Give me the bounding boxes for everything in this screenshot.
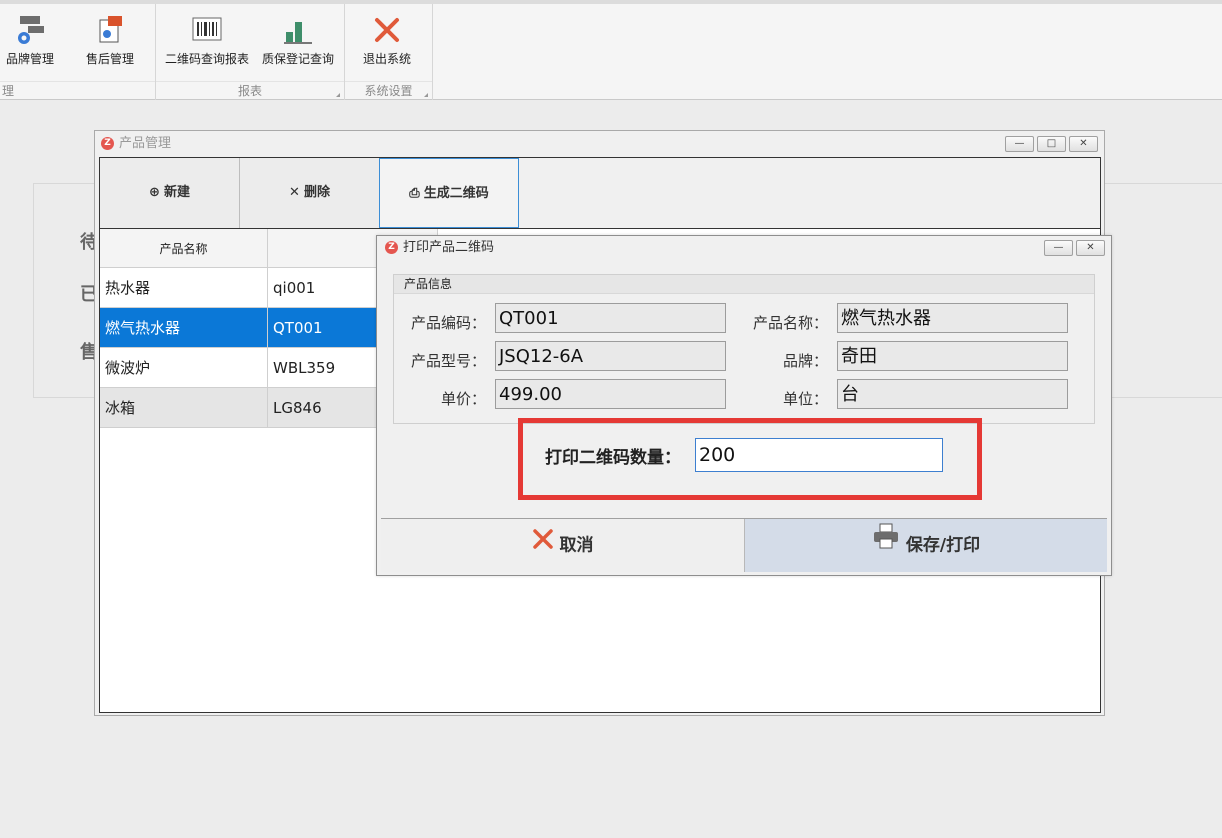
exit-system-button[interactable]: 退出系统 <box>359 10 415 74</box>
maximize-icon: □ <box>1046 138 1057 149</box>
dialog-title-bar[interactable]: Z 打印产品二维码 <box>377 236 1111 260</box>
cell-product-name[interactable]: 燃气热水器 <box>100 307 268 348</box>
new-button[interactable]: ⊕ 新建 <box>100 158 240 228</box>
window-title: 产品管理 <box>119 136 172 151</box>
minimize-button[interactable]: — <box>1044 240 1073 256</box>
price-field[interactable]: 499.00 <box>495 379 726 409</box>
print-qr-dialog: Z 打印产品二维码 — ✕ 产品信息 产品编码： QT001 产品名称： 燃气热水… <box>376 235 1112 576</box>
product-model-label: 产品型号： <box>410 352 486 370</box>
barcode-icon <box>191 14 223 46</box>
cell-product-name[interactable]: 微波炉 <box>100 347 268 388</box>
brand-field[interactable]: 奇田 <box>837 341 1068 371</box>
column-header-name[interactable]: 产品名称 <box>100 229 268 268</box>
group-label-management: 理 <box>0 81 155 100</box>
delete-button[interactable]: ✕ 删除 <box>240 158 380 228</box>
ribbon: 品牌管理 售后管理 理 二维码查询报表 质保登记查询 报表 退出系统 系统设置 <box>0 0 1222 100</box>
qr-report-button[interactable]: 二维码查询报表 <box>164 10 250 74</box>
generate-qr-button[interactable]: ⎙ 生成二维码 <box>379 158 519 228</box>
new-label: 新建 <box>163 185 190 200</box>
close-icon: ✕ <box>1079 138 1088 149</box>
ribbon-group-management: 品牌管理 售后管理 理 <box>0 4 156 100</box>
app-icon: Z <box>101 137 114 150</box>
brand-management-button[interactable]: 品牌管理 <box>2 10 58 74</box>
system-group-text: 系统设置 <box>364 84 413 98</box>
delete-label: 删除 <box>303 185 330 200</box>
qr-report-label: 二维码查询报表 <box>164 52 249 66</box>
warranty-query-label: 质保登记查询 <box>261 52 334 66</box>
warranty-query-button[interactable]: 质保登记查询 <box>260 10 336 74</box>
price-label: 单价： <box>440 390 486 408</box>
bar-chart-icon <box>282 14 314 46</box>
product-model-field[interactable]: JSQ12-6A <box>495 341 726 371</box>
delete-x-icon: ✕ <box>289 185 300 200</box>
brand-gear-icon <box>14 14 46 46</box>
reports-group-text: 报表 <box>237 84 262 98</box>
close-icon: ✕ <box>1086 242 1095 253</box>
cancel-x-icon <box>532 519 554 572</box>
plus-circle-icon: ⊕ <box>149 185 160 200</box>
ribbon-group-system: 退出系统 系统设置 <box>345 4 433 100</box>
close-button[interactable]: ✕ <box>1076 240 1105 256</box>
quantity-input[interactable]: 200 <box>695 438 943 472</box>
minimize-icon: — <box>1053 242 1064 253</box>
cancel-label: 取消 <box>559 535 594 556</box>
window-controls: — □ ✕ <box>1002 136 1098 152</box>
printer-icon: ⎙ <box>409 186 420 201</box>
save-print-label: 保存/打印 <box>905 535 981 556</box>
product-name-label: 产品名称： <box>752 314 828 332</box>
unit-label: 单位： <box>782 390 828 408</box>
group-label-system: 系统设置 <box>345 81 432 100</box>
product-info-group: 产品信息 产品编码： QT001 产品名称： 燃气热水器 产品型号： JSQ12… <box>393 274 1095 424</box>
after-sales-icon <box>94 14 126 46</box>
group-launcher-icon[interactable] <box>424 93 428 97</box>
maximize-button[interactable]: □ <box>1037 136 1066 152</box>
close-button[interactable]: ✕ <box>1069 136 1098 152</box>
product-code-field[interactable]: QT001 <box>495 303 726 333</box>
ribbon-group-reports: 二维码查询报表 质保登记查询 报表 <box>156 4 345 100</box>
dialog-window-controls: — ✕ <box>1041 240 1105 256</box>
product-name-field[interactable]: 燃气热水器 <box>837 303 1068 333</box>
group-launcher-icon[interactable] <box>336 93 340 97</box>
group-title: 产品信息 <box>394 275 1094 294</box>
after-sales-button[interactable]: 售后管理 <box>82 10 138 74</box>
printer-icon <box>872 519 900 572</box>
unit-field[interactable]: 台 <box>837 379 1068 409</box>
dialog-title: 打印产品二维码 <box>403 240 495 255</box>
group-label-reports: 报表 <box>156 81 344 100</box>
cell-product-name[interactable]: 冰箱 <box>100 387 268 428</box>
cell-product-name[interactable]: 热水器 <box>100 267 268 308</box>
toolbar: ⊕ 新建 ✕ 删除 ⎙ 生成二维码 <box>100 158 1100 229</box>
window-title-bar[interactable]: Z 产品管理 <box>95 131 1104 157</box>
cancel-button[interactable]: 取消 <box>381 519 745 572</box>
close-x-icon <box>371 14 403 46</box>
brand-label: 品牌： <box>782 352 828 370</box>
generate-qr-label: 生成二维码 <box>423 186 489 201</box>
after-sales-label: 售后管理 <box>85 52 134 66</box>
product-code-label: 产品编码： <box>410 314 486 332</box>
app-icon: Z <box>385 241 398 254</box>
brand-management-label: 品牌管理 <box>5 52 54 66</box>
exit-system-label: 退出系统 <box>362 52 411 66</box>
dialog-footer: 取消 保存/打印 <box>381 518 1107 573</box>
save-print-button[interactable]: 保存/打印 <box>745 519 1107 572</box>
minimize-icon: — <box>1014 138 1025 149</box>
quantity-label: 打印二维码数量： <box>545 448 681 468</box>
minimize-button[interactable]: — <box>1005 136 1034 152</box>
